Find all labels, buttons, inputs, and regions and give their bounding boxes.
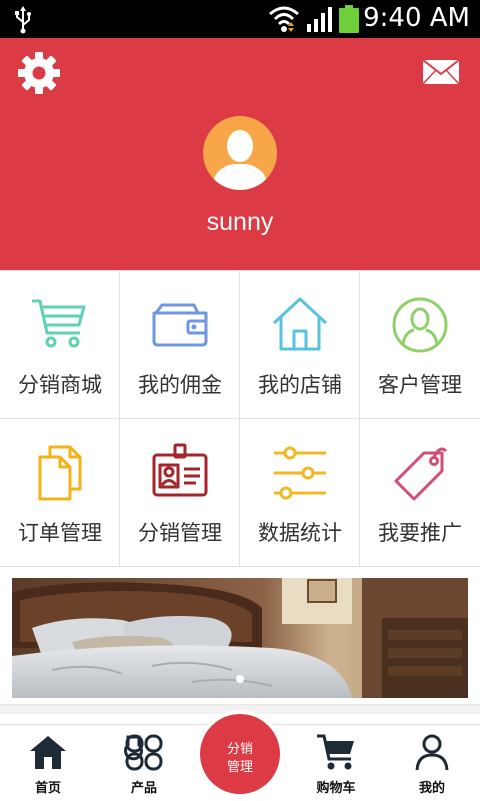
center-button-circle: 分销 管理: [200, 714, 280, 794]
username: sunny: [206, 208, 274, 236]
menu-item-label: 分销商城: [18, 373, 102, 397]
documents-icon: [38, 445, 82, 501]
products-grid-icon: [124, 734, 163, 771]
menu-grid: 分销商城 我的佣金 我的店铺 客户管理 订单管理 分销管理 数据统计 我要推广: [0, 270, 480, 567]
cart-icon: [317, 734, 354, 770]
status-time: 9:40 AM: [363, 3, 470, 33]
center-button-line1: 分销: [226, 742, 253, 757]
price-tag-icon: [394, 447, 448, 501]
status-bar: 9:40 AM: [0, 0, 480, 38]
menu-item-order-management[interactable]: 订单管理: [0, 419, 120, 567]
bedroom-banner-image: [12, 578, 468, 698]
menu-item-label: 我的店铺: [258, 373, 342, 397]
house-icon: [272, 297, 328, 351]
avatar-icon: [211, 130, 269, 190]
menu-item-data-statistics[interactable]: 数据统计: [240, 419, 360, 567]
tab-label: 我的: [418, 781, 445, 796]
center-button-line2: 管理: [226, 760, 253, 775]
menu-item-my-store[interactable]: 我的店铺: [240, 271, 360, 419]
distribution-management-button[interactable]: 分销 管理: [196, 710, 284, 798]
tab-products[interactable]: 产品: [96, 725, 192, 801]
profile-header: sunny: [0, 38, 480, 270]
menu-item-label: 订单管理: [18, 521, 102, 545]
battery-icon: [339, 5, 359, 33]
id-badge-icon: [152, 443, 208, 497]
tab-label: 产品: [130, 781, 157, 796]
settings-gear-icon[interactable]: [16, 50, 62, 96]
menu-item-promote[interactable]: 我要推广: [360, 419, 480, 567]
home-icon: [30, 736, 66, 769]
menu-item-label: 我要推广: [378, 521, 462, 545]
menu-item-label: 分销管理: [138, 521, 222, 545]
shopping-cart-icon: [32, 299, 86, 348]
wifi-icon: [269, 6, 299, 32]
user-circle-icon: [392, 297, 448, 353]
tab-profile[interactable]: 我的: [384, 725, 480, 801]
menu-item-label: 数据统计: [258, 521, 342, 545]
signal-icon: [307, 7, 332, 32]
tab-home[interactable]: 首页: [0, 725, 96, 801]
menu-item-label: 客户管理: [378, 373, 462, 397]
menu-item-customer-management[interactable]: 客户管理: [360, 271, 480, 419]
menu-item-my-commission[interactable]: 我的佣金: [120, 271, 240, 419]
profile-icon: [415, 734, 449, 771]
avatar[interactable]: [203, 116, 277, 190]
mail-icon[interactable]: [422, 59, 460, 85]
menu-item-distribution-mall[interactable]: 分销商城: [0, 271, 120, 419]
tab-cart[interactable]: 购物车: [288, 725, 384, 801]
menu-item-distribution-management[interactable]: 分销管理: [120, 419, 240, 567]
sliders-icon: [274, 446, 326, 500]
tab-label: 购物车: [316, 781, 356, 796]
menu-item-label: 我的佣金: [138, 373, 222, 397]
usb-icon: [15, 6, 31, 34]
wallet-icon: [152, 303, 208, 347]
promo-banner[interactable]: [12, 578, 468, 698]
tab-label: 首页: [34, 781, 61, 796]
